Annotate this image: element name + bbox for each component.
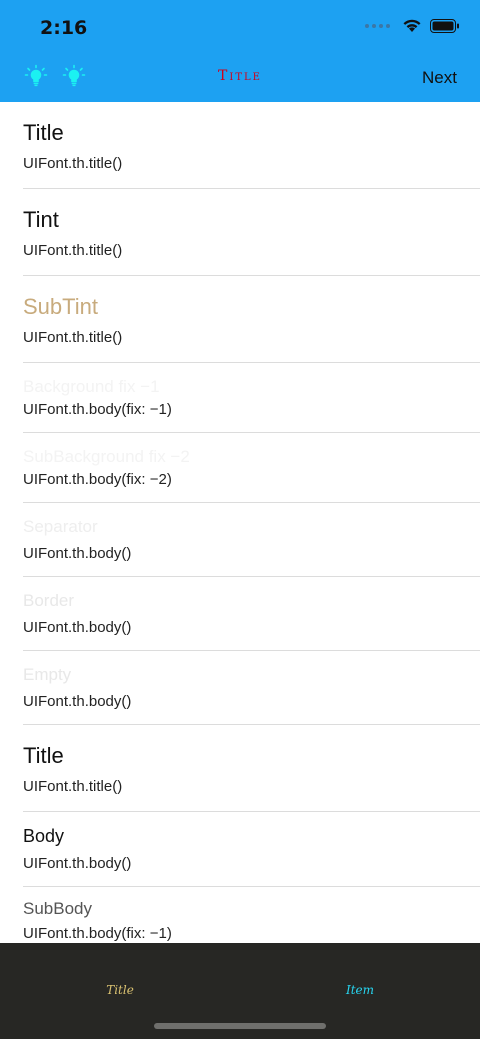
list-item: Background fix −1 UIFont.th.body(fix: −1… (23, 363, 480, 433)
list-item: Tint UIFont.th.title() (23, 189, 480, 276)
row-subtitle: UIFont.th.title() (23, 155, 123, 172)
status-icons (365, 18, 460, 33)
row-label: Empty (23, 665, 72, 684)
list-item: Body UIFont.th.body() (23, 812, 480, 887)
row-subtitle: UIFont.th.title() (23, 242, 123, 259)
wifi-icon (403, 19, 421, 32)
next-button[interactable]: Next (422, 68, 457, 88)
row-label: SubBackground fix −2 (23, 447, 190, 466)
list-item: Border UIFont.th.body() (23, 577, 480, 651)
row-label: SubBody (23, 899, 92, 918)
row-subtitle: UIFont.th.title() (23, 778, 123, 795)
row-label: Body (23, 826, 65, 846)
row-subtitle: UIFont.th.body(fix: −1) (23, 401, 172, 418)
tab-bar: Title Item (0, 943, 480, 1039)
list-item: Empty UIFont.th.body() (23, 651, 480, 725)
row-subtitle: UIFont.th.body() (23, 855, 132, 872)
row-subtitle: UIFont.th.body() (23, 693, 132, 710)
tab-item[interactable]: Item (240, 983, 480, 997)
row-label: Background fix −1 (23, 377, 160, 396)
row-subtitle: UIFont.th.body() (23, 545, 132, 562)
row-label: Separator (23, 517, 98, 536)
list-item: SubBody UIFont.th.body(fix: −1) (23, 887, 480, 943)
row-label: Tint (23, 207, 59, 232)
status-bar: 2:16 (0, 0, 480, 56)
row-label: SubTint (23, 294, 99, 319)
status-time: 2:16 (40, 17, 88, 39)
list-item: Title UIFont.th.title() (23, 102, 480, 189)
row-subtitle: UIFont.th.body() (23, 619, 132, 636)
font-list[interactable]: Title UIFont.th.title() Tint UIFont.th.t… (0, 102, 480, 943)
signal-dots-icon (365, 23, 390, 28)
list-item: Title UIFont.th.title() (23, 725, 480, 812)
tab-title[interactable]: Title (0, 983, 240, 997)
list-item: SubTint UIFont.th.title() (23, 276, 480, 363)
home-indicator[interactable] (154, 1023, 326, 1029)
list-item: SubBackground fix −2 UIFont.th.body(fix:… (23, 433, 480, 503)
row-subtitle: UIFont.th.body(fix: −1) (23, 925, 172, 942)
row-label: Title (23, 743, 64, 768)
list-item: Separator UIFont.th.body() (23, 503, 480, 577)
row-label: Border (23, 591, 75, 610)
row-label: Title (23, 120, 64, 145)
battery-icon (430, 18, 459, 33)
row-subtitle: UIFont.th.title() (23, 329, 123, 346)
row-subtitle: UIFont.th.body(fix: −2) (23, 471, 172, 488)
navigation-bar: Title Next (0, 56, 480, 102)
nav-title: Title (218, 68, 262, 84)
